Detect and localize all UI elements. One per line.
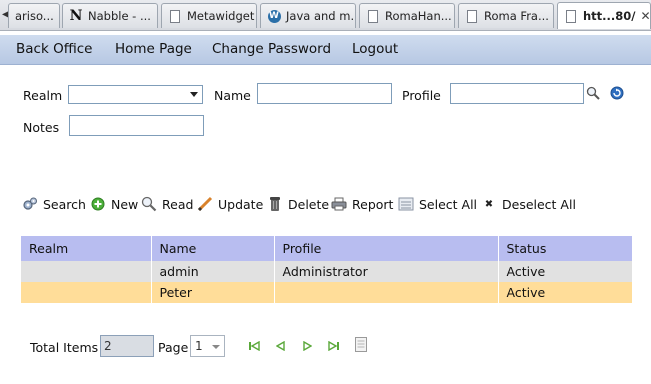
first-page-icon[interactable] [248, 340, 260, 352]
new-label: New [111, 196, 139, 212]
table-cell [21, 282, 152, 303]
trash-icon [267, 196, 283, 212]
browser-tab-0[interactable]: ariso... [8, 3, 60, 28]
next-page-icon[interactable] [301, 340, 313, 352]
browser-tab-active[interactable]: htt...80/ ✕ [557, 2, 651, 29]
tab-label: ariso... [15, 9, 54, 23]
app-menu-bar: Back Office Home Page Change Password Lo… [0, 35, 651, 65]
report-label: Report [352, 196, 394, 212]
table-cell: Active [498, 261, 632, 282]
table-cell [274, 282, 499, 303]
profile-field[interactable] [450, 83, 584, 104]
table-cell: admin [151, 261, 275, 282]
select-all-button[interactable]: Select All [398, 195, 477, 213]
column-header-profile[interactable]: Profile [274, 236, 499, 261]
tab-label: htt...80/ [583, 9, 636, 23]
export-page-icon[interactable] [354, 336, 368, 352]
table-row-selected[interactable]: Peter Active [21, 282, 632, 303]
column-header-realm[interactable]: Realm [21, 236, 152, 261]
browser-tab-1[interactable]: N Nabble - ... [62, 3, 158, 28]
notes-field[interactable] [69, 115, 204, 136]
new-button[interactable]: New [90, 195, 138, 213]
name-label: Name [214, 88, 251, 103]
page-select[interactable]: 1 [190, 335, 225, 357]
gears-icon [22, 196, 38, 212]
tab-label: RomaHan... [385, 9, 452, 23]
add-icon [90, 196, 106, 212]
page-icon [465, 9, 479, 23]
last-page-icon[interactable] [327, 340, 339, 352]
report-button[interactable]: Report [331, 195, 393, 213]
wordpress-icon: W [267, 9, 281, 23]
page-select-value: 1 [195, 339, 203, 353]
browser-tab-5[interactable]: Roma Fra... [458, 3, 554, 28]
page-icon [564, 9, 578, 23]
deselect-all-label: Deselect All [502, 196, 576, 212]
magnifier-icon [141, 196, 157, 212]
name-field[interactable] [257, 83, 392, 104]
menu-logout[interactable]: Logout [352, 41, 398, 57]
pencil-icon [197, 196, 213, 212]
tab-label: Java and m... [286, 9, 356, 23]
browser-tab-strip: ◀ ariso... N Nabble - ... Metawidget W J… [0, 0, 651, 31]
table-cell [21, 261, 152, 282]
x-icon: ✖ [484, 198, 494, 210]
profile-lookup-search-icon[interactable] [585, 85, 601, 101]
page-icon [168, 9, 182, 23]
deselect-all-button[interactable]: ✖ Deselect All [481, 195, 576, 213]
printer-icon [331, 196, 347, 212]
table-cell: Peter [151, 282, 275, 303]
chevron-down-icon [212, 345, 220, 349]
page-icon [366, 9, 380, 23]
total-items-field: 2 [100, 335, 154, 357]
profile-label: Profile [402, 88, 441, 103]
tab-label: Roma Fra... [484, 9, 549, 23]
browser-tab-3[interactable]: W Java and m... [260, 3, 356, 28]
previous-page-icon[interactable] [274, 340, 286, 352]
read-button[interactable]: Read [141, 195, 193, 213]
close-tab-icon[interactable]: ✕ [641, 9, 651, 23]
table-cell: Administrator [274, 261, 499, 282]
delete-button[interactable]: Delete [267, 195, 329, 213]
column-header-status[interactable]: Status [498, 236, 632, 261]
nabble-icon: N [69, 8, 83, 24]
realm-select[interactable] [68, 85, 203, 104]
browser-tab-2[interactable]: Metawidget [161, 3, 257, 28]
results-table: Realm Name Profile Status admin Administ… [21, 236, 632, 303]
search-button[interactable]: Search [22, 195, 86, 213]
browser-tab-4[interactable]: RomaHan... [359, 3, 455, 28]
select-all-icon [398, 196, 414, 212]
update-label: Update [218, 196, 264, 212]
menu-home-page[interactable]: Home Page [115, 41, 192, 57]
notes-label: Notes [23, 120, 60, 135]
tab-label: Nabble - ... [88, 9, 151, 23]
page-label: Page [158, 340, 189, 355]
chevron-down-icon [190, 92, 198, 97]
realm-label: Realm [23, 88, 63, 103]
select-all-label: Select All [419, 196, 478, 212]
menu-change-password[interactable]: Change Password [212, 41, 331, 57]
refresh-icon[interactable] [609, 85, 625, 101]
total-items-label: Total Items [30, 340, 99, 355]
update-button[interactable]: Update [197, 195, 263, 213]
menu-back-office[interactable]: Back Office [16, 41, 92, 57]
table-header-row: Realm Name Profile Status [21, 236, 632, 261]
table-row[interactable]: admin Administrator Active [21, 261, 632, 282]
column-header-name[interactable]: Name [151, 236, 275, 261]
tab-label: Metawidget [187, 9, 255, 23]
search-label: Search [43, 196, 86, 212]
read-label: Read [162, 196, 194, 212]
delete-label: Delete [288, 196, 330, 212]
table-cell: Active [498, 282, 632, 303]
